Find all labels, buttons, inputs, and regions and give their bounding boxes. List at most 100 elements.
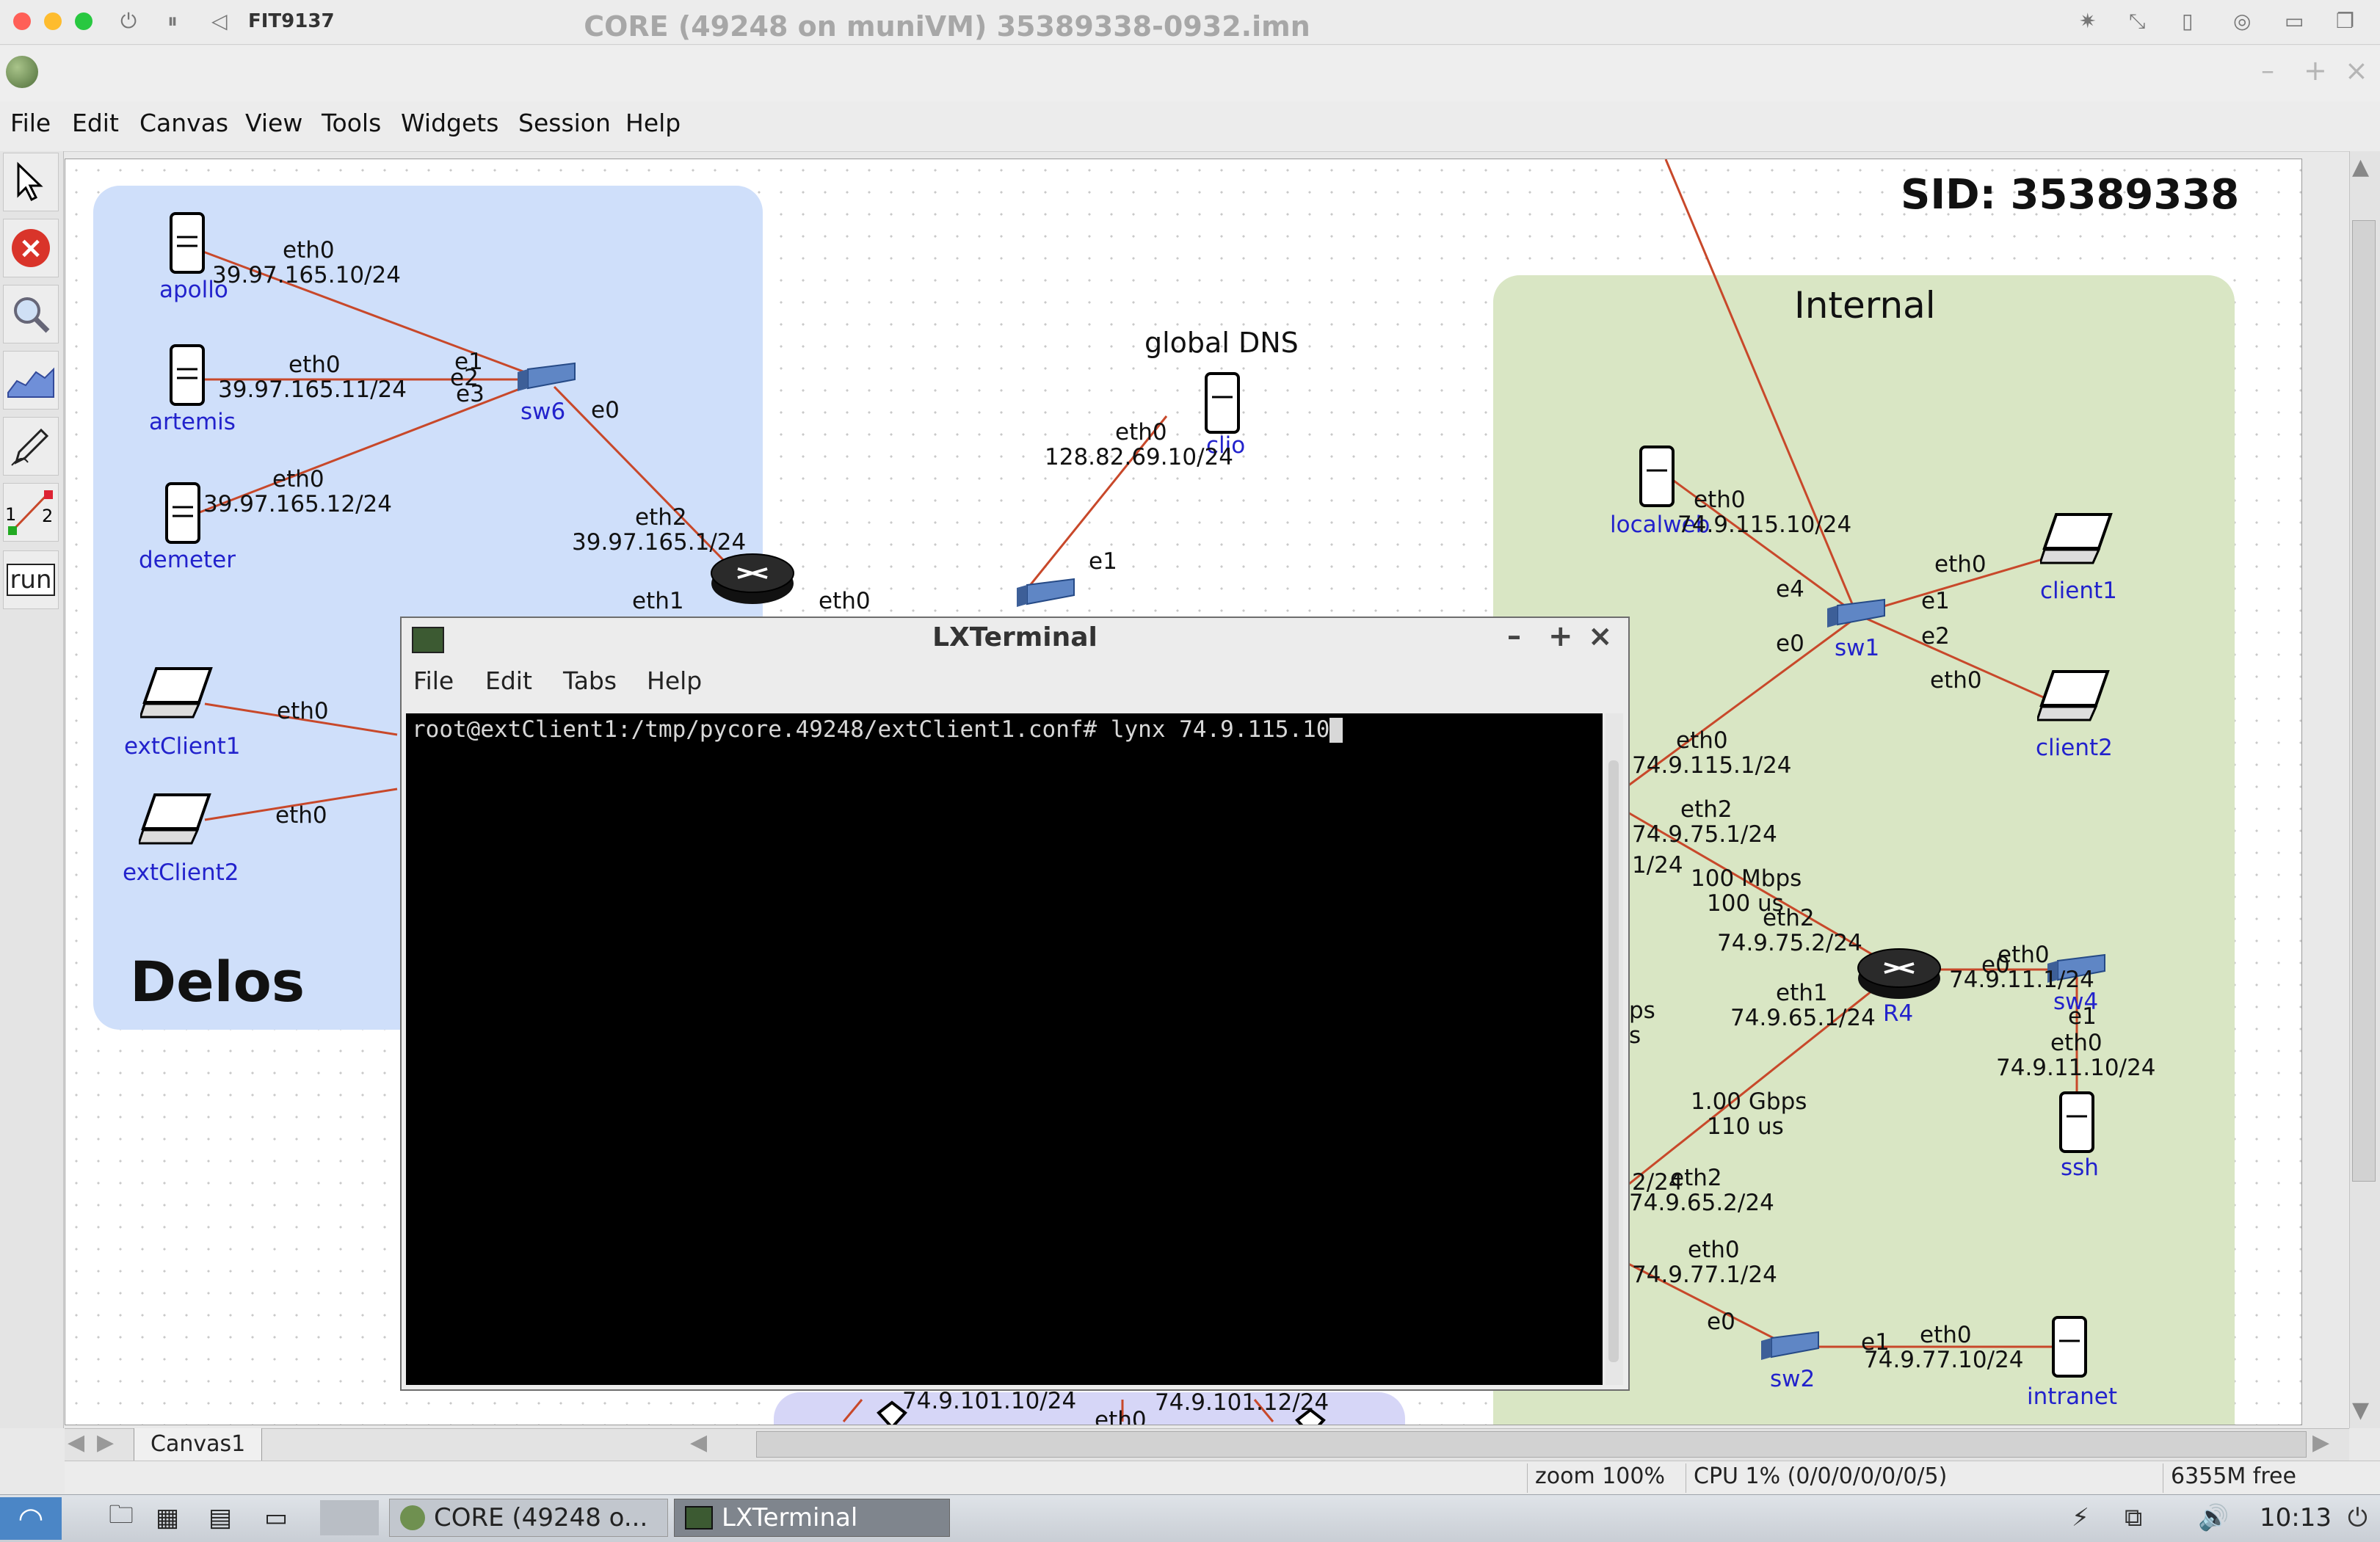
server-icon-artemis[interactable]	[165, 340, 209, 410]
laptop-icon-client1[interactable]	[2040, 512, 2114, 567]
iface-apollo-eth0: eth0	[283, 237, 335, 263]
vertical-scroll-thumb[interactable]	[2352, 220, 2376, 1182]
zoom-icon[interactable]	[3, 285, 59, 343]
brightness-icon[interactable]: ✷	[2079, 9, 2096, 33]
lx-menu-edit[interactable]: Edit	[485, 666, 532, 695]
terminal-launcher-icon[interactable]: ▭	[254, 1499, 298, 1537]
server-icon-localweb[interactable]	[1635, 441, 1679, 512]
laptop-icon-extclient1[interactable]	[140, 666, 214, 721]
iface-intranet-ip: 74.9.77.10/24	[1864, 1347, 2024, 1373]
switch-icon-sw6[interactable]	[518, 359, 576, 396]
server-icon-apollo[interactable]	[165, 208, 209, 278]
iface-sw4-e1: e1	[2068, 1003, 2097, 1030]
router-icon-r4[interactable]	[1855, 942, 1943, 1002]
menu-file[interactable]: File	[10, 109, 51, 137]
marker-icon[interactable]	[3, 417, 59, 476]
scroll-down-icon[interactable]: ▼	[2352, 1397, 2369, 1423]
iface-routerA-fragment: 1/24	[1632, 852, 1683, 879]
start-menu-icon[interactable]: ◠	[0, 1497, 62, 1540]
switch-icon-dns[interactable]	[1017, 575, 1075, 611]
lx-minimize-icon[interactable]: –	[1507, 619, 1521, 652]
iface-sw6-e0: e0	[591, 397, 620, 423]
menu-widgets[interactable]: Widgets	[401, 109, 498, 137]
resize-icon[interactable]: ⤡	[2129, 9, 2145, 34]
laptop-icon-client2[interactable]	[2037, 669, 2111, 724]
tab-prev-icon[interactable]: ◀	[68, 1430, 84, 1455]
hscroll-right-icon[interactable]: ▶	[2312, 1430, 2329, 1455]
server-icon-ssh[interactable]	[2055, 1087, 2099, 1157]
run-tool-button[interactable]: run	[3, 550, 59, 609]
disc-icon[interactable]: ◎	[2233, 9, 2251, 33]
minimize-icon[interactable]: –	[2261, 56, 2274, 86]
menu-edit[interactable]: Edit	[72, 109, 119, 137]
desktop-pager[interactable]	[320, 1500, 379, 1535]
stop-session-icon[interactable]: ×	[3, 219, 59, 277]
iface-artemis-ip: 39.97.165.11/24	[218, 377, 407, 403]
tab-next-icon[interactable]: ▶	[97, 1430, 114, 1455]
switch-icon-sw2[interactable]	[1761, 1328, 1820, 1364]
clock: 10:13	[2260, 1503, 2332, 1532]
iface-sw1-e1: e1	[1921, 588, 1950, 614]
browser-window-icon[interactable]: ▤	[198, 1499, 242, 1537]
horizontal-scroll-thumb[interactable]	[756, 1431, 2307, 1458]
lx-menu-help[interactable]: Help	[647, 666, 702, 695]
iface-router-eth2: eth2	[635, 504, 687, 531]
plot-icon[interactable]	[3, 351, 59, 410]
folder-icon[interactable]: ▭	[2285, 9, 2304, 33]
close-icon[interactable]: ×	[2345, 54, 2368, 87]
iface-r4-eth0-ip: 74.9.11.1/24	[1949, 967, 2094, 993]
laptop-icon-extclient2[interactable]	[139, 792, 212, 848]
link-label-2: 2	[42, 506, 53, 526]
iface-ssh-eth0: eth0	[2050, 1030, 2103, 1056]
usb-icon[interactable]: ▯	[2182, 9, 2193, 33]
menu-canvas[interactable]: Canvas	[139, 109, 228, 137]
menu-tools[interactable]: Tools	[322, 109, 381, 137]
volume-icon[interactable]: 🔊	[2188, 1499, 2239, 1537]
zone-internal-label: Internal	[1794, 284, 1936, 327]
menu-help[interactable]: Help	[625, 109, 681, 137]
lxterminal-titlebar[interactable]: LXTerminal – + ×	[402, 618, 1628, 658]
iface-clio-eth0: eth0	[1115, 419, 1167, 445]
iface-bottom-eth0: eth0	[1095, 1407, 1147, 1425]
network-icon[interactable]: ⧉	[2114, 1499, 2152, 1537]
two-node-tool-icon[interactable]: 1 2	[3, 483, 59, 542]
core-titlebar	[0, 46, 2380, 102]
iface-ext1-eth0: eth0	[277, 698, 329, 724]
select-tool-icon[interactable]	[3, 153, 59, 211]
menu-session[interactable]: Session	[518, 109, 611, 137]
lx-close-icon[interactable]: ×	[1588, 619, 1613, 653]
power-bolt-icon[interactable]: ⚡	[2061, 1499, 2100, 1537]
router-icon-delos[interactable]	[708, 547, 797, 607]
window-icon[interactable]: ❐	[2336, 9, 2354, 33]
run-label: run	[7, 564, 55, 596]
tab-canvas1[interactable]: Canvas1	[134, 1428, 263, 1461]
lxterminal-menubar: File Edit Tabs Help	[402, 659, 1628, 700]
iface-router-eth1: eth1	[632, 588, 684, 614]
maximize-icon[interactable]: +	[2304, 54, 2327, 87]
system-monitor-icon[interactable]: ▦	[145, 1499, 189, 1537]
scroll-up-icon[interactable]: ▲	[2352, 154, 2369, 180]
iface-client1-eth0: eth0	[1934, 551, 1987, 578]
server-icon-clio[interactable]	[1200, 368, 1244, 438]
server-icon-intranet[interactable]	[2047, 1312, 2091, 1382]
server-icon-bottom-left[interactable]	[871, 1398, 913, 1425]
terminal-output[interactable]: root@extClient1:/tmp/pycore.49248/extCli…	[406, 713, 1603, 1385]
terminal-scrollbar[interactable]	[1606, 713, 1623, 1385]
switch-icon-sw1[interactable]	[1827, 595, 1886, 632]
file-manager-icon[interactable]: 🗀	[98, 1499, 144, 1537]
terminal-scroll-thumb[interactable]	[1608, 760, 1619, 1362]
taskbar-item-lxterminal[interactable]: LXTerminal	[674, 1499, 950, 1537]
taskbar-item-core[interactable]: CORE (49248 o...	[389, 1499, 668, 1537]
lxterminal-title: LXTerminal	[932, 622, 1098, 652]
lx-maximize-icon[interactable]: +	[1548, 619, 1573, 653]
server-icon-demeter[interactable]	[161, 478, 205, 548]
hscroll-left-icon[interactable]: ◀	[690, 1430, 707, 1455]
core-app-icon	[6, 56, 38, 88]
iface-client2-eth0: eth0	[1930, 667, 1982, 694]
logout-icon[interactable]: ⏻	[2337, 1499, 2378, 1537]
lx-menu-file[interactable]: File	[413, 666, 454, 695]
lxterminal-window[interactable]: LXTerminal – + × File Edit Tabs Help roo…	[400, 617, 1630, 1391]
menu-view[interactable]: View	[245, 109, 302, 137]
server-icon-bottom-right[interactable]	[1290, 1405, 1331, 1425]
lx-menu-tabs[interactable]: Tabs	[563, 666, 617, 695]
